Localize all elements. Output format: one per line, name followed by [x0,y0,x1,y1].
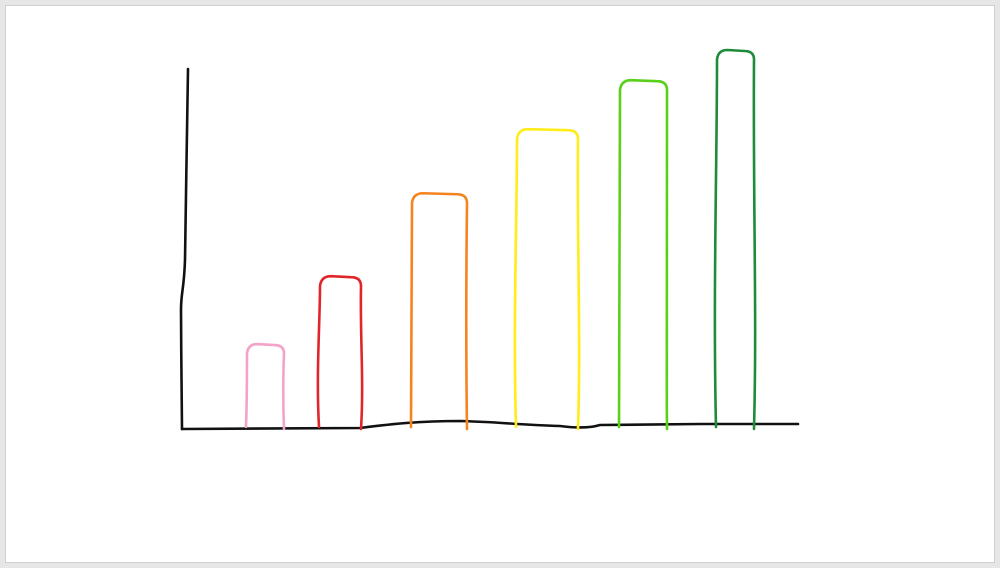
bar-3 [409,191,469,431]
chart-axes [179,67,800,431]
y-axis-line [179,67,190,431]
bar-chart [179,48,800,431]
bar-4 [513,127,581,431]
bar-2 [316,274,364,431]
x-axis-line [180,419,800,431]
bar-6 [713,48,757,431]
bar-1 [244,342,286,431]
chart-bars [244,48,757,431]
bar-5 [617,78,669,431]
